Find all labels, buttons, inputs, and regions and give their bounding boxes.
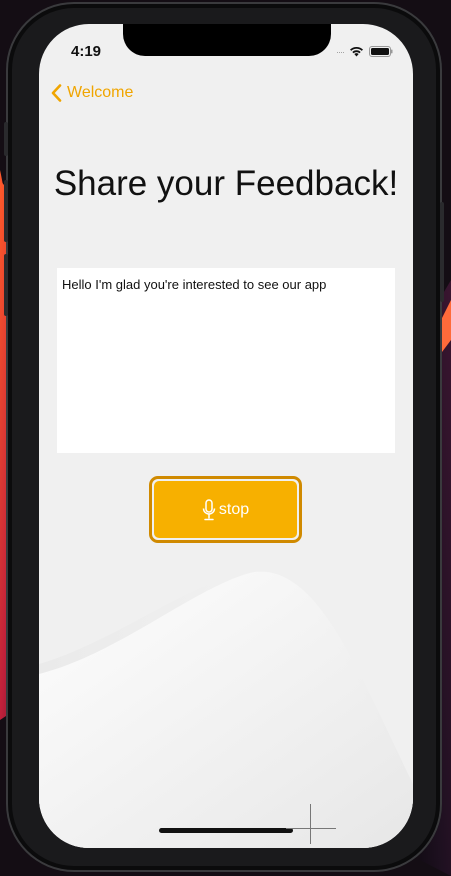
side-button — [4, 122, 8, 156]
cellular-dots-icon: ···· — [336, 46, 345, 57]
status-icons: ···· — [336, 46, 393, 57]
record-button-focus-ring[interactable]: stop — [149, 476, 302, 543]
cursor-crosshair-horizontal — [286, 828, 336, 829]
device-notch — [123, 24, 331, 56]
stop-recording-button[interactable]: stop — [154, 481, 297, 538]
back-button-label: Welcome — [67, 84, 134, 101]
wifi-icon — [350, 46, 363, 57]
stop-recording-label: stop — [218, 500, 250, 518]
page-title: Share your Feedback! — [53, 164, 399, 203]
power-button — [440, 202, 444, 302]
battery-icon — [369, 46, 393, 57]
back-button[interactable]: Welcome — [51, 84, 133, 102]
microphone-icon — [202, 498, 216, 520]
cursor-crosshair-vertical — [310, 804, 311, 844]
feedback-text: Hello I'm glad you're interested to see … — [62, 277, 327, 292]
volume-up-button — [4, 180, 8, 242]
chevron-left-icon — [51, 84, 62, 102]
home-indicator[interactable] — [159, 828, 293, 833]
volume-down-button — [4, 254, 8, 316]
status-time: 4:19 — [71, 43, 102, 60]
app-screen: 4:19 ···· Welcome Share your Feedback! H… — [39, 24, 413, 848]
feedback-text-area[interactable]: Hello I'm glad you're interested to see … — [57, 268, 395, 453]
